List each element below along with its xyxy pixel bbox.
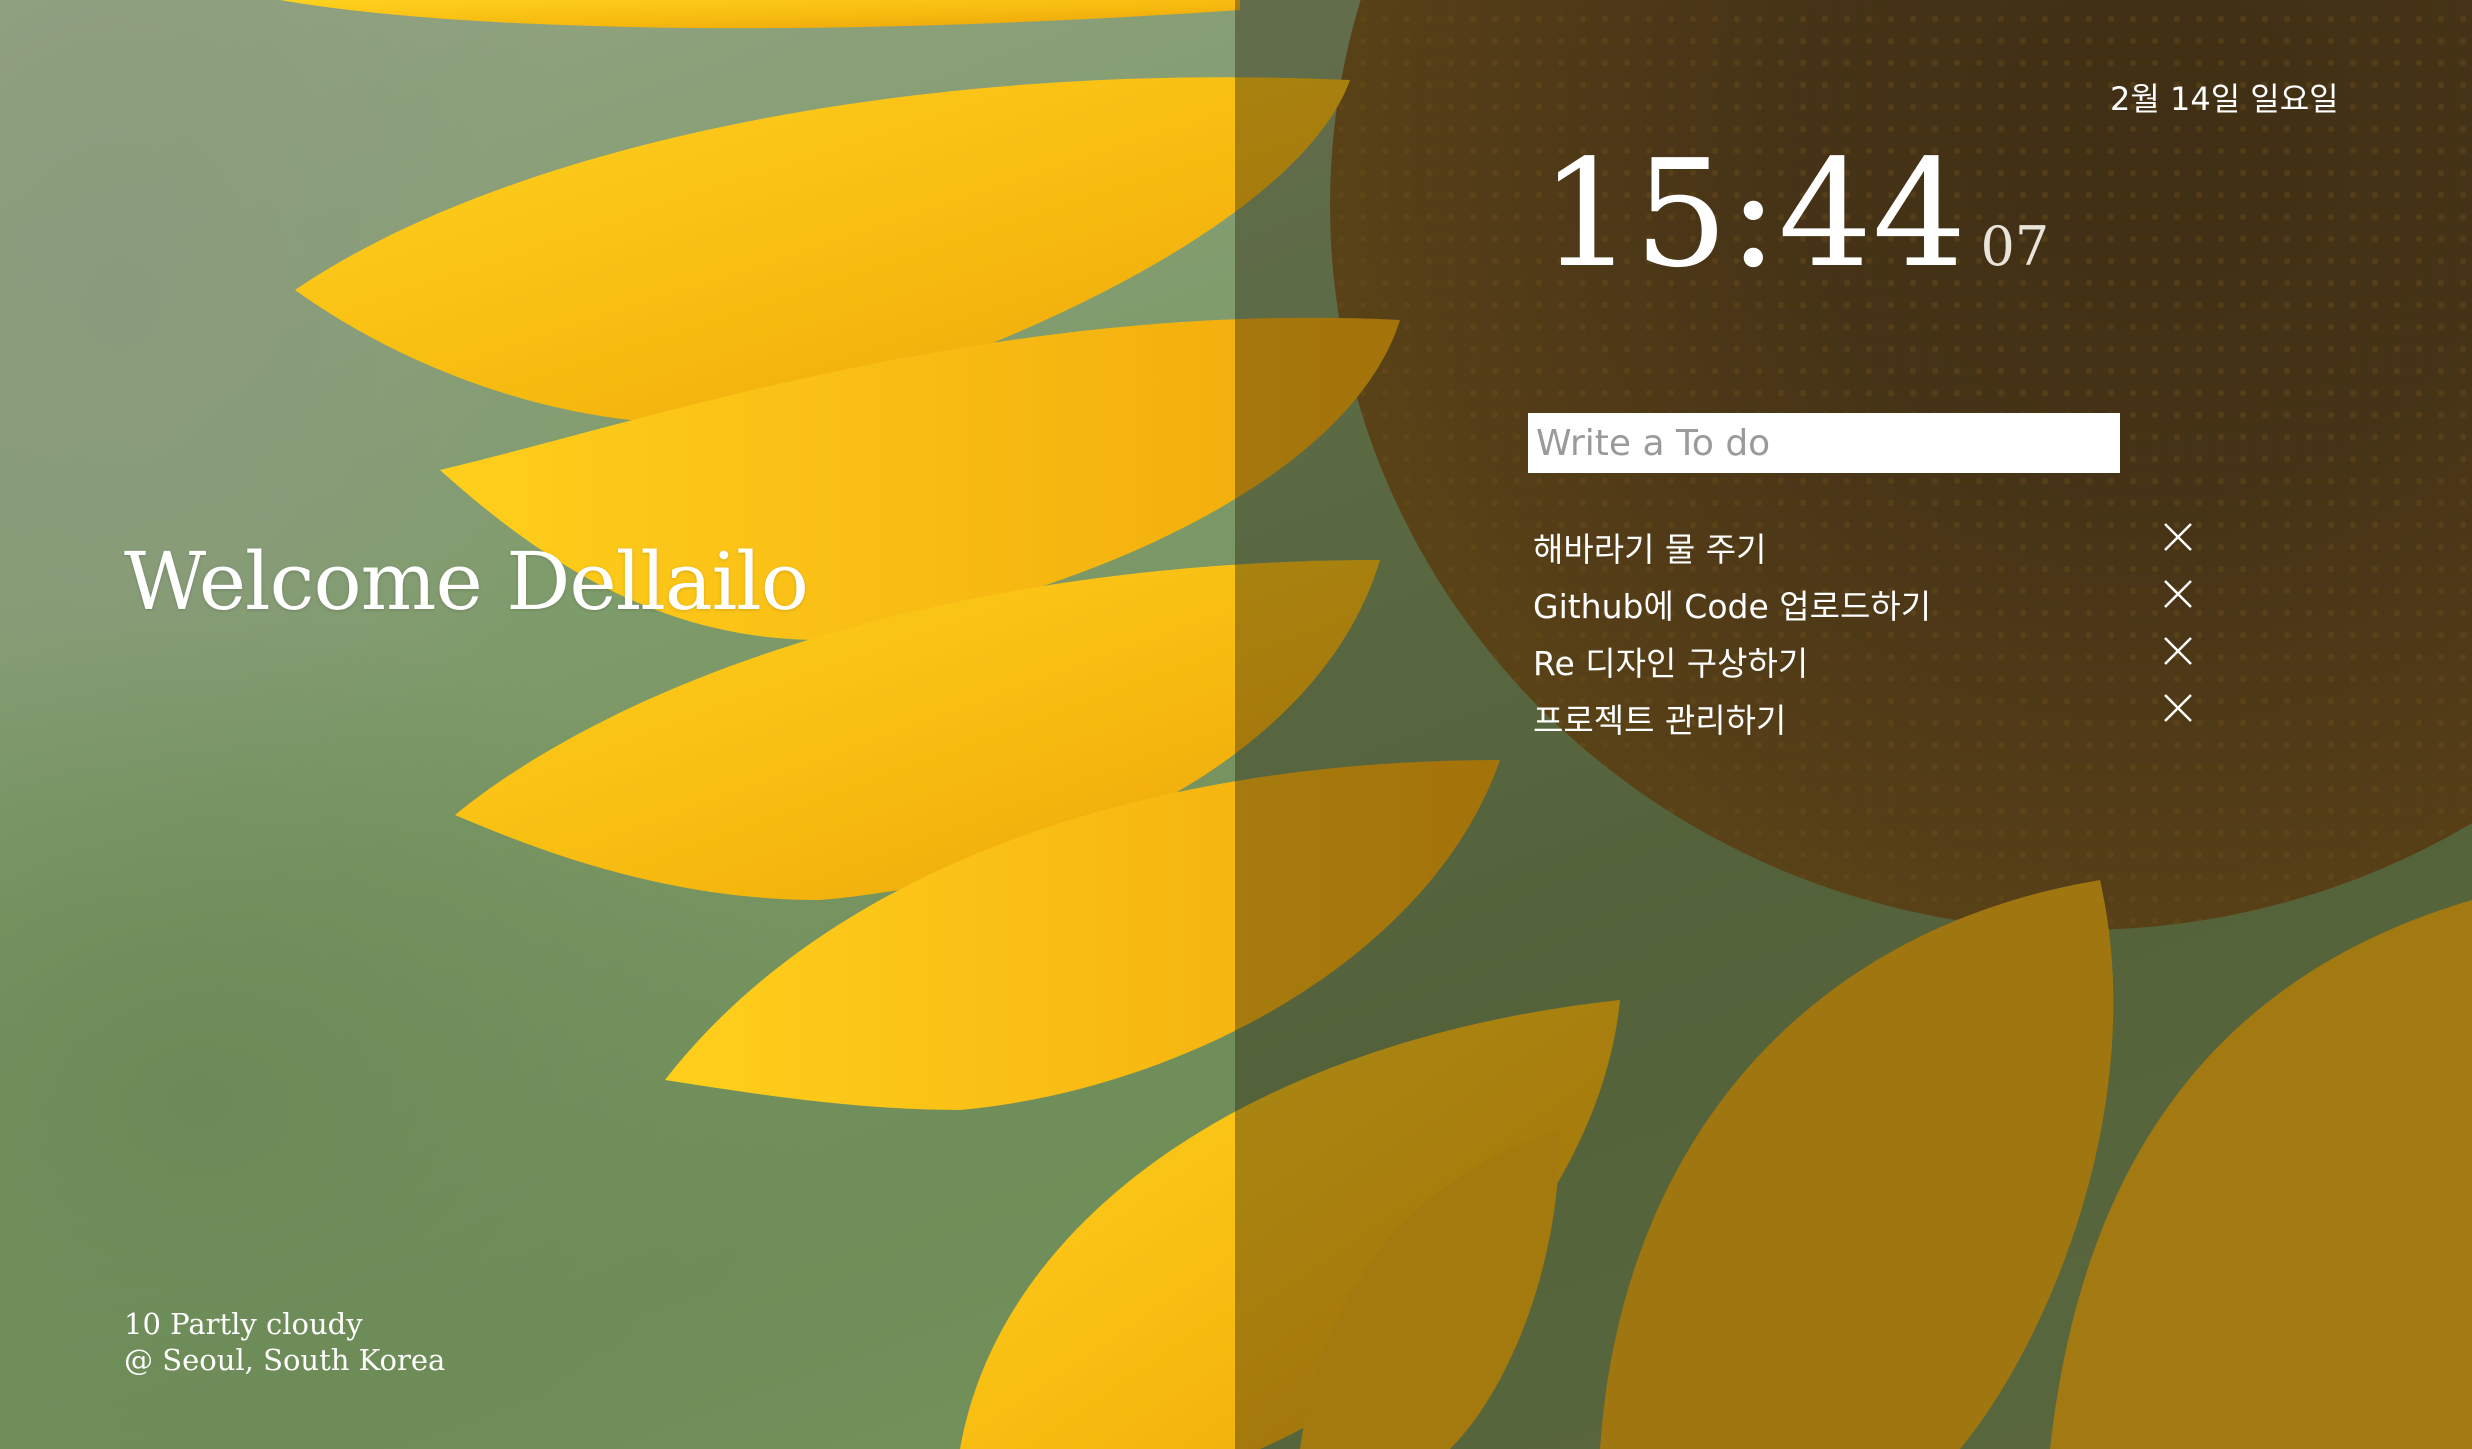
todo-item-label: 해바라기 물 주기 [1533, 529, 1767, 569]
todo-list: 해바라기 물 주기 Github에 Code 업로드하기 Re 디자인 구상하기… [1533, 518, 2193, 746]
clock-seconds: 07 [1980, 215, 2050, 278]
clock: 15:44 07 [1540, 140, 2049, 288]
todo-item: Re 디자인 구상하기 [1533, 632, 2193, 689]
todo-item-label: 프로젝트 관리하기 [1533, 700, 1787, 740]
weather-condition: 10 Partly cloudy [124, 1307, 363, 1341]
clock-hours-minutes: 15:44 [1540, 128, 1967, 300]
todo-item: 해바라기 물 주기 [1533, 518, 2193, 575]
date-display: 2월 14일 일요일 [2110, 80, 2339, 118]
todo-item: 프로젝트 관리하기 [1533, 689, 2193, 746]
todo-input[interactable] [1528, 413, 2120, 473]
desktop-screen: Welcome Dellailo 10 Partly cloudy @ Seou… [0, 0, 2472, 1449]
close-icon[interactable] [2161, 577, 2195, 611]
weather-widget: 10 Partly cloudy @ Seoul, South Korea [124, 1306, 445, 1378]
welcome-greeting: Welcome Dellailo [124, 535, 809, 628]
close-icon[interactable] [2161, 691, 2195, 725]
todo-item-label: Github에 Code 업로드하기 [1533, 586, 1932, 626]
todo-item: Github에 Code 업로드하기 [1533, 575, 2193, 632]
close-icon[interactable] [2161, 634, 2195, 668]
todo-item-label: Re 디자인 구상하기 [1533, 643, 1809, 683]
weather-location: @ Seoul, South Korea [124, 1343, 446, 1377]
close-icon[interactable] [2161, 520, 2195, 554]
